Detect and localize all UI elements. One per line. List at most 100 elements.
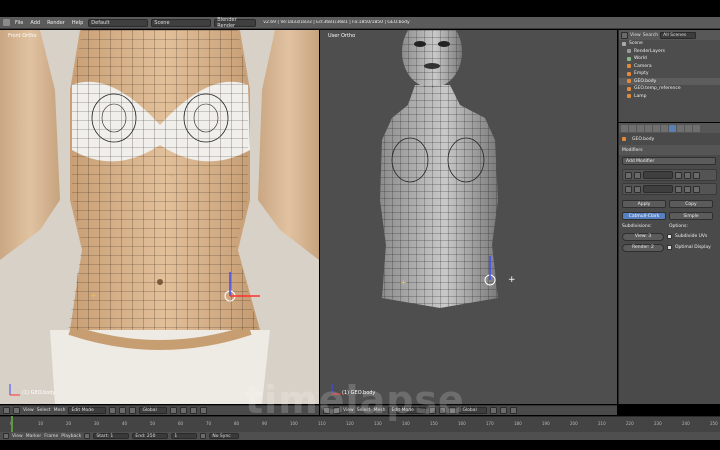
modifiers-section-header[interactable]: Modifiers bbox=[619, 145, 720, 155]
timeline-tick: 50 bbox=[150, 421, 156, 426]
render-tab-icon[interactable] bbox=[621, 124, 628, 132]
constraints-tab-icon[interactable] bbox=[661, 124, 668, 132]
reference-image-with-mesh: + + bbox=[0, 30, 319, 404]
menu-mesh[interactable]: Mesh bbox=[54, 408, 66, 413]
timeline-tick: 200 bbox=[570, 421, 578, 426]
play-icon[interactable] bbox=[200, 433, 207, 439]
modifiers-tab-icon[interactable] bbox=[669, 124, 676, 132]
render-levels-field[interactable]: Render: 2 bbox=[622, 243, 664, 252]
face-select-icon[interactable] bbox=[190, 407, 198, 414]
render-engine-select[interactable]: Blender Render bbox=[214, 17, 257, 29]
editor-type-icon[interactable] bbox=[3, 433, 9, 439]
pivot-icon[interactable] bbox=[119, 407, 127, 414]
mesh-icon bbox=[627, 86, 631, 91]
viewport-front-ortho[interactable]: + + Front Ortho (1) GEO.body bbox=[0, 30, 319, 404]
expand-icon[interactable] bbox=[625, 185, 632, 193]
scene-tab-icon[interactable] bbox=[637, 124, 644, 132]
options-label: Options: bbox=[669, 224, 688, 229]
timeline-tick: 10 bbox=[38, 421, 44, 426]
camera-icon bbox=[627, 64, 631, 69]
current-frame-field[interactable]: 1 bbox=[171, 433, 198, 439]
edge-select-icon[interactable] bbox=[500, 407, 508, 414]
render-toggle-icon[interactable] bbox=[675, 171, 682, 179]
vertex-select-icon[interactable] bbox=[490, 407, 498, 414]
sync-select[interactable]: No Sync bbox=[209, 433, 240, 439]
shading-icon[interactable] bbox=[109, 407, 117, 414]
render-toggle-icon[interactable] bbox=[675, 185, 682, 193]
toolbar-toggle-icon[interactable] bbox=[13, 407, 20, 414]
menu-view[interactable]: View bbox=[23, 408, 34, 413]
catmull-clark-button[interactable]: Catmull-Clark bbox=[622, 212, 666, 220]
menu-view[interactable]: View bbox=[12, 434, 23, 439]
menu-file[interactable]: File bbox=[13, 20, 25, 26]
outliner-item-geo-temp[interactable]: GEO.temp_reference bbox=[619, 85, 720, 93]
outliner-item-lamp[interactable]: Lamp bbox=[619, 93, 720, 101]
menu-playback[interactable]: Playback bbox=[61, 434, 81, 439]
add-modifier-dropdown[interactable]: Add Modifier bbox=[622, 157, 716, 165]
view-levels-field[interactable]: View: 3 bbox=[622, 232, 664, 241]
outliner-item-camera[interactable]: Camera bbox=[619, 63, 720, 71]
outliner-menu-view[interactable]: View bbox=[630, 33, 641, 38]
editor-type-icon[interactable] bbox=[3, 407, 10, 414]
letterbox-top bbox=[0, 0, 720, 17]
outliner-panel: View Search All Scenes Scene RenderLayer… bbox=[618, 30, 720, 122]
timeline-tick: 240 bbox=[682, 421, 690, 426]
start-frame-field[interactable]: Start: 1 bbox=[93, 433, 130, 439]
editor-type-icon[interactable] bbox=[621, 31, 628, 39]
record-icon[interactable] bbox=[84, 433, 91, 439]
end-frame-field[interactable]: End: 250 bbox=[132, 433, 169, 439]
vertex-select-icon[interactable] bbox=[170, 407, 178, 414]
object-path: GEO.body bbox=[619, 133, 720, 145]
optimal-display-checkbox[interactable] bbox=[667, 245, 672, 250]
apply-button[interactable]: Apply bbox=[622, 200, 666, 208]
material-tab-icon[interactable] bbox=[685, 124, 692, 132]
snap-icon[interactable] bbox=[200, 407, 208, 414]
scene-select[interactable]: Scene bbox=[151, 18, 212, 27]
letterbox-bottom bbox=[0, 440, 720, 450]
modifier-name-field[interactable] bbox=[643, 185, 673, 193]
outliner-item-world[interactable]: World bbox=[619, 55, 720, 63]
subdivide-uvs-checkbox[interactable] bbox=[667, 234, 672, 239]
object-tab-icon[interactable] bbox=[653, 124, 660, 132]
world-tab-icon[interactable] bbox=[645, 124, 652, 132]
properties-tabs bbox=[619, 123, 720, 133]
outliner-item-geo-body[interactable]: GEO.body bbox=[619, 77, 720, 85]
manipulator-icon[interactable] bbox=[129, 407, 137, 414]
outliner-item-empty[interactable]: Empty bbox=[619, 70, 720, 78]
edge-select-icon[interactable] bbox=[180, 407, 188, 414]
mode-select[interactable]: Edit Mode bbox=[68, 407, 107, 414]
simple-button[interactable]: Simple bbox=[669, 212, 713, 220]
svg-text:+: + bbox=[90, 291, 97, 300]
copy-button[interactable]: Copy bbox=[669, 200, 713, 208]
current-frame-cursor[interactable] bbox=[11, 416, 13, 432]
menu-add[interactable]: Add bbox=[28, 20, 42, 26]
mesh-model: + + bbox=[331, 30, 516, 395]
menu-help[interactable]: Help bbox=[70, 20, 85, 26]
outliner-menu-search[interactable]: Search bbox=[643, 33, 658, 38]
menu-marker[interactable]: Marker bbox=[26, 434, 42, 439]
expand-icon[interactable] bbox=[625, 171, 632, 179]
editmode-toggle-icon[interactable] bbox=[693, 185, 700, 193]
viewport-toggle-icon[interactable] bbox=[684, 171, 691, 179]
properties-panel: GEO.body Modifiers Add Modifier Apply Co… bbox=[618, 123, 720, 404]
lamp-icon bbox=[627, 94, 631, 99]
outliner-scope-select[interactable]: All Scenes bbox=[660, 31, 697, 39]
face-select-icon[interactable] bbox=[510, 407, 518, 414]
texture-tab-icon[interactable] bbox=[693, 124, 700, 132]
viewport-toggle-icon[interactable] bbox=[684, 185, 691, 193]
data-tab-icon[interactable] bbox=[677, 124, 684, 132]
outliner-item-renderlayers[interactable]: RenderLayers bbox=[619, 48, 720, 56]
menu-select[interactable]: Select bbox=[37, 408, 51, 413]
optimal-display-label: Optimal Display bbox=[675, 245, 711, 250]
outliner-item-scene[interactable]: Scene bbox=[619, 40, 720, 48]
menu-frame[interactable]: Frame bbox=[44, 434, 58, 439]
menu-render[interactable]: Render bbox=[45, 20, 67, 26]
modifier-name-field[interactable] bbox=[643, 171, 673, 179]
editmode-toggle-icon[interactable] bbox=[693, 171, 700, 179]
svg-text:+: + bbox=[400, 278, 407, 287]
orientation-select[interactable]: Global bbox=[139, 407, 168, 414]
editor-type-icon[interactable] bbox=[3, 19, 10, 26]
viewport-user-ortho[interactable]: + + User Ortho (1) GEO.body bbox=[320, 30, 617, 404]
screen-layout-select[interactable]: Default bbox=[88, 18, 149, 27]
layers-tab-icon[interactable] bbox=[629, 124, 636, 132]
